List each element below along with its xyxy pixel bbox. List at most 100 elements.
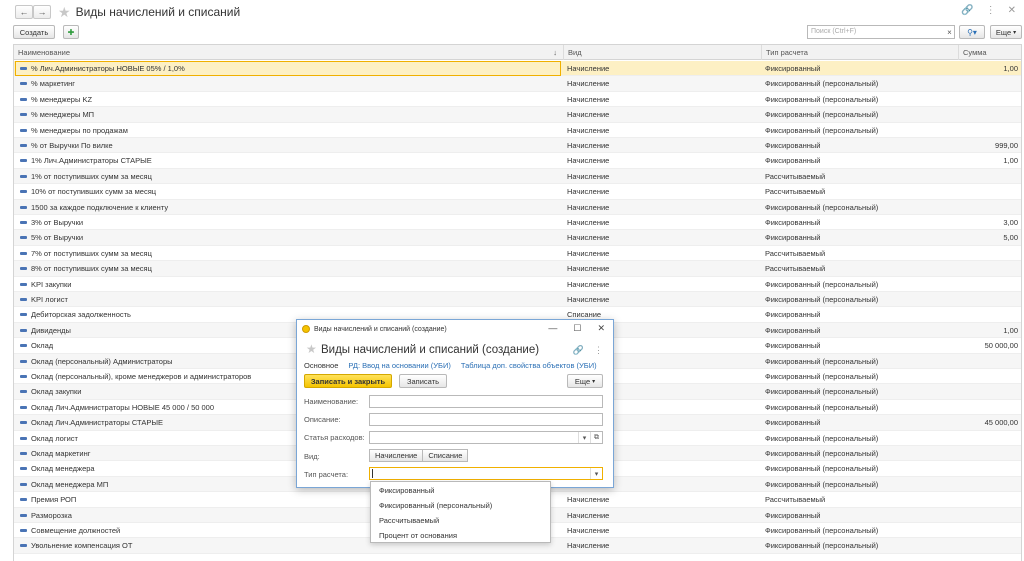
cell-calc-type: Фиксированный: [765, 233, 821, 243]
item-icon: [20, 328, 27, 332]
forward-button[interactable]: →: [33, 5, 51, 19]
item-icon: [20, 205, 27, 209]
calc-type-dropdown-icon[interactable]: ▾: [590, 468, 602, 479]
maximize-icon[interactable]: ☐: [573, 323, 581, 334]
save-and-close-button[interactable]: Записать и закрыть: [304, 374, 392, 388]
dropdown-option-fixed[interactable]: Фиксированный: [379, 486, 434, 495]
cell-name: % менеджеры KZ: [31, 94, 93, 104]
cell-calc-type: Фиксированный (персональный): [765, 110, 879, 120]
save-button[interactable]: Записать: [399, 374, 447, 388]
cell-sum: [959, 354, 1020, 369]
clear-search-icon[interactable]: ×: [944, 25, 955, 39]
kind-toggle: Начисление Списание: [369, 449, 469, 462]
table-row[interactable]: 3% от Выручки Начисление Фиксированный 3,00: [14, 215, 1021, 231]
dialog-favorite-star-icon[interactable]: ★: [306, 342, 317, 356]
kind-option-writeoff[interactable]: Списание: [423, 449, 469, 462]
cell-kind: Начисление: [567, 187, 610, 197]
search-icon: ⚲▾: [967, 27, 977, 37]
calc-type-dropdown-list: Фиксированный Фиксированный (персональны…: [370, 481, 551, 543]
item-icon: [20, 298, 27, 301]
dropdown-option-calculated[interactable]: Рассчитываемый: [379, 516, 439, 525]
dialog-more-button[interactable]: Еще ▾: [567, 374, 603, 388]
table-row[interactable]: % маркетинг Начисление Фиксированный (перс…: [14, 76, 1021, 92]
cell-calc-type: Фиксированный (персональный): [765, 464, 879, 474]
column-header-calc-type[interactable]: Тип расчета: [762, 45, 959, 60]
link-icon[interactable]: 🔗: [961, 5, 973, 16]
column-header-name[interactable]: Наименование ↓: [14, 45, 564, 60]
dialog-tabs: Основное РД: Ввод на основании (УБИ) Таб…: [304, 361, 597, 370]
dropdown-arrow-icon[interactable]: ▾: [578, 432, 590, 443]
cell-kind: Начисление: [567, 541, 610, 551]
cell-kind: Начисление: [567, 94, 610, 104]
item-icon: [20, 128, 27, 132]
table-row[interactable]: 8% от поступивших сумм за месяц Начислени…: [14, 261, 1021, 277]
item-icon: [20, 344, 27, 348]
table-row[interactable]: KPI закупки Начисление Фиксированный (перс…: [14, 277, 1021, 292]
item-icon: [20, 267, 27, 271]
tab-basis-input[interactable]: РД: Ввод на основании (УБИ): [348, 361, 451, 370]
tab-main[interactable]: Основное: [304, 361, 338, 370]
minimize-icon[interactable]: —: [548, 323, 557, 334]
dialog-link-icon[interactable]: 🔗: [573, 345, 584, 356]
table-row[interactable]: 1% от поступивших сумм за месяц Начислени…: [14, 168, 1021, 185]
table-row[interactable]: % менеджеры по продажам Начисление Фиксиро…: [14, 123, 1021, 138]
expense-item-field[interactable]: ▾ ⧉: [369, 431, 603, 444]
dropdown-option-percent-of-base[interactable]: Процент от основания: [379, 531, 457, 540]
table-row[interactable]: 5% от Выручки Начисление Фиксированный 5,00: [14, 230, 1021, 246]
table-row[interactable]: % менеджеры KZ Начисление Фиксированный (п…: [14, 92, 1021, 108]
dialog-menu-dots-icon[interactable]: ⋮: [594, 345, 603, 356]
favorite-star-icon[interactable]: ★: [58, 4, 71, 21]
name-field[interactable]: [369, 395, 603, 408]
item-icon: [20, 405, 27, 409]
create-button[interactable]: Создать: [13, 25, 55, 39]
dialog-close-icon[interactable]: ✕: [597, 323, 605, 334]
cell-calc-type: Фиксированный: [765, 418, 821, 428]
cell-sum: [959, 446, 1020, 461]
cell-name: KPI логист: [31, 295, 68, 304]
column-header-kind[interactable]: Вид: [564, 45, 762, 60]
kind-option-accrual[interactable]: Начисление: [369, 449, 424, 462]
page-title: Виды начислений и списаний: [75, 5, 241, 19]
cell-calc-type: Фиксированный: [765, 141, 821, 150]
cell-sum: [959, 523, 1020, 538]
table-row[interactable]: 1% Лич.Администраторы СТАРЫЕ Начисление Фи…: [14, 153, 1021, 169]
cell-kind: Начисление: [567, 233, 610, 243]
cell-kind: Начисление: [567, 110, 610, 120]
table-row[interactable]: % от Выручки По вилке Начисление Фиксирова…: [14, 138, 1021, 154]
menu-dots-icon[interactable]: ⋮: [986, 5, 996, 16]
cell-sum: [959, 538, 1020, 553]
cell-kind: Начисление: [567, 171, 610, 181]
table-row[interactable]: % менеджеры МП Начисление Фиксированный (п…: [14, 107, 1021, 123]
cell-calc-type: Фиксированный (персональный): [765, 387, 879, 397]
more-button[interactable]: Еще ▾: [990, 25, 1022, 39]
item-icon: [20, 467, 27, 471]
cell-calc-type: Рассчитываемый: [765, 495, 826, 505]
cell-calc-type: Фиксированный (персональный): [765, 402, 879, 412]
cell-kind: Начисление: [567, 510, 610, 520]
cell-name: KPI закупки: [31, 279, 72, 289]
cell-kind: Начисление: [567, 156, 610, 166]
search-button[interactable]: ⚲▾: [959, 25, 985, 39]
cell-sum: [959, 261, 1020, 276]
copy-button[interactable]: ✚: [63, 25, 79, 39]
table-row[interactable]: KPI логист Начисление Фиксированный (персо…: [14, 292, 1021, 308]
table-row[interactable]: % Лич.Администраторы НОВЫЕ 05% / 1,0% Нач…: [14, 61, 1021, 77]
cell-name: % маркетинг: [31, 79, 76, 89]
column-header-sum[interactable]: Сумма: [959, 45, 1021, 60]
description-field[interactable]: [369, 413, 603, 426]
table-row[interactable]: 10% от поступивших сумм за месяц Начислен…: [14, 184, 1021, 200]
cell-sum: [959, 107, 1020, 122]
calc-type-field[interactable]: ▾: [369, 467, 603, 480]
open-item-icon[interactable]: ⧉: [590, 432, 602, 443]
cell-calc-type: Фиксированный (персональный): [765, 526, 879, 535]
table-row[interactable]: 1500 за каждое подключение к клиенту Начи…: [14, 199, 1021, 215]
dropdown-option-fixed-personal[interactable]: Фиксированный (персональный): [379, 501, 492, 510]
item-icon: [20, 421, 27, 425]
cell-calc-type: Фиксированный: [765, 310, 821, 320]
tab-extra-properties[interactable]: Таблица доп. свойства объектов (УБИ): [461, 361, 597, 370]
search-input[interactable]: Поиск (Ctrl+F): [807, 25, 955, 39]
table-row[interactable]: 7% от поступивших сумм за месяц Начислени…: [14, 246, 1021, 262]
cell-sum: [959, 431, 1020, 446]
back-button[interactable]: ←: [15, 5, 33, 19]
close-icon[interactable]: ✕: [1008, 5, 1016, 16]
